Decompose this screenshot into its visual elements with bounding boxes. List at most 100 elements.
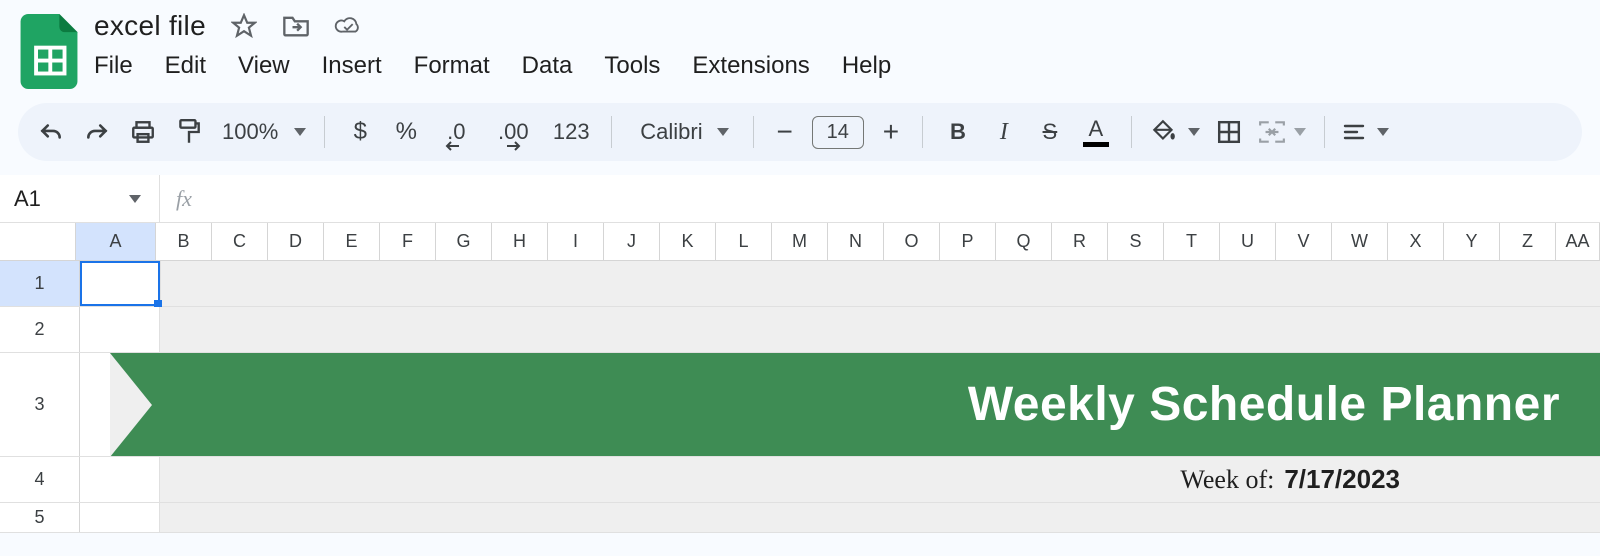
font-family-dropdown[interactable]: Calibri — [630, 119, 734, 145]
formula-input[interactable] — [208, 175, 1600, 222]
column-header[interactable]: J — [604, 223, 660, 260]
row-cells[interactable]: Weekly Schedule Planner — [80, 353, 1600, 456]
column-header[interactable]: F — [380, 223, 436, 260]
text-color-button[interactable]: A — [1079, 115, 1113, 149]
column-header[interactable]: A — [76, 223, 156, 260]
column-header[interactable]: X — [1388, 223, 1444, 260]
decrease-decimal-button[interactable]: .0 — [435, 115, 477, 149]
row-cells[interactable] — [80, 261, 1600, 306]
chevron-down-icon — [1377, 128, 1389, 136]
grid-row: 4 Week of: 7/17/2023 — [0, 457, 1600, 503]
week-of-date: 7/17/2023 — [1284, 464, 1400, 495]
separator — [324, 116, 325, 148]
chevron-down-icon — [1188, 128, 1200, 136]
row-header[interactable]: 5 — [0, 503, 80, 532]
paint-format-button[interactable] — [172, 115, 206, 149]
column-header[interactable]: P — [940, 223, 996, 260]
cell-range[interactable] — [160, 261, 1600, 306]
active-cell[interactable] — [80, 261, 160, 306]
column-header[interactable]: K — [660, 223, 716, 260]
header: excel file — [0, 0, 1600, 89]
column-header[interactable]: Q — [996, 223, 1052, 260]
select-all-corner[interactable] — [0, 223, 76, 260]
font-size-stepper: − 14 + — [772, 116, 904, 149]
column-header[interactable]: AA — [1556, 223, 1600, 260]
strikethrough-button[interactable]: S — [1033, 115, 1067, 149]
google-sheets-app: excel file — [0, 0, 1600, 556]
column-header[interactable]: D — [268, 223, 324, 260]
column-header[interactable]: B — [156, 223, 212, 260]
chevron-down-icon — [294, 128, 306, 136]
column-header[interactable]: E — [324, 223, 380, 260]
menu-format[interactable]: Format — [414, 52, 490, 80]
text-color-swatch — [1083, 142, 1109, 147]
menu-insert[interactable]: Insert — [322, 52, 382, 80]
text-color-letter: A — [1089, 118, 1104, 140]
bold-button[interactable]: B — [941, 115, 975, 149]
menu-help[interactable]: Help — [842, 52, 891, 80]
menu-extensions[interactable]: Extensions — [692, 52, 809, 80]
week-of-label: Week of: — [1180, 465, 1274, 495]
row-header[interactable]: 2 — [0, 307, 80, 352]
more-formats-button[interactable]: 123 — [549, 115, 593, 149]
column-header[interactable]: S — [1108, 223, 1164, 260]
menu-bar: File Edit View Insert Format Data Tools … — [94, 46, 891, 80]
move-to-folder-icon[interactable] — [282, 12, 310, 40]
chevron-down-icon — [129, 195, 141, 203]
format-percent-button[interactable]: % — [389, 115, 423, 149]
format-currency-button[interactable]: $ — [343, 115, 377, 149]
column-header[interactable]: I — [548, 223, 604, 260]
row-header[interactable]: 4 — [0, 457, 80, 502]
column-header[interactable]: G — [436, 223, 492, 260]
chevron-down-icon — [1294, 128, 1306, 136]
separator — [1131, 116, 1132, 148]
column-header[interactable]: L — [716, 223, 772, 260]
column-header[interactable]: H — [492, 223, 548, 260]
title-area: excel file — [94, 6, 891, 80]
horizontal-align-button[interactable] — [1343, 115, 1389, 149]
font-size-input[interactable]: 14 — [812, 116, 864, 149]
star-icon[interactable] — [230, 12, 258, 40]
print-button[interactable] — [126, 115, 160, 149]
fill-color-button[interactable] — [1150, 115, 1200, 149]
column-header[interactable]: T — [1164, 223, 1220, 260]
column-header[interactable]: N — [828, 223, 884, 260]
zoom-value: 100% — [218, 119, 282, 145]
zoom-dropdown[interactable]: 100% — [218, 119, 306, 145]
menu-data[interactable]: Data — [522, 52, 573, 80]
row-header[interactable]: 1 — [0, 261, 80, 306]
cloud-saved-icon[interactable] — [334, 12, 362, 40]
row-header[interactable]: 3 — [0, 353, 80, 456]
increase-font-size-button[interactable]: + — [878, 116, 904, 148]
column-header[interactable]: O — [884, 223, 940, 260]
undo-button[interactable] — [34, 115, 68, 149]
increase-decimal-button[interactable]: .00 — [489, 115, 537, 149]
title-row: excel file — [94, 6, 891, 42]
toolbar: 100% $ % .0 .00 123 Calibri − 14 + B I S — [18, 103, 1582, 161]
redo-button[interactable] — [80, 115, 114, 149]
menu-tools[interactable]: Tools — [604, 52, 660, 80]
row-cells[interactable] — [80, 503, 1600, 532]
menu-view[interactable]: View — [238, 52, 290, 80]
menu-edit[interactable]: Edit — [165, 52, 206, 80]
column-header[interactable]: V — [1276, 223, 1332, 260]
row-cells[interactable] — [80, 307, 1600, 352]
name-box[interactable]: A1 — [0, 175, 160, 222]
decrease-font-size-button[interactable]: − — [772, 116, 798, 148]
menu-file[interactable]: File — [94, 52, 133, 80]
borders-button[interactable] — [1212, 115, 1246, 149]
column-header[interactable]: W — [1332, 223, 1388, 260]
column-header[interactable]: U — [1220, 223, 1276, 260]
column-header[interactable]: R — [1052, 223, 1108, 260]
grid-rows: 1 2 3 Weekly Schedule Planner — [0, 261, 1600, 533]
fx-icon: fx — [160, 186, 208, 212]
document-title[interactable]: excel file — [94, 10, 206, 42]
merge-cells-button[interactable] — [1258, 115, 1306, 149]
column-header[interactable]: M — [772, 223, 828, 260]
row-cells[interactable]: Week of: 7/17/2023 — [80, 457, 1600, 502]
column-header[interactable]: Z — [1500, 223, 1556, 260]
column-header[interactable]: Y — [1444, 223, 1500, 260]
banner: Weekly Schedule Planner — [110, 353, 1600, 456]
italic-button[interactable]: I — [987, 115, 1021, 149]
column-header[interactable]: C — [212, 223, 268, 260]
